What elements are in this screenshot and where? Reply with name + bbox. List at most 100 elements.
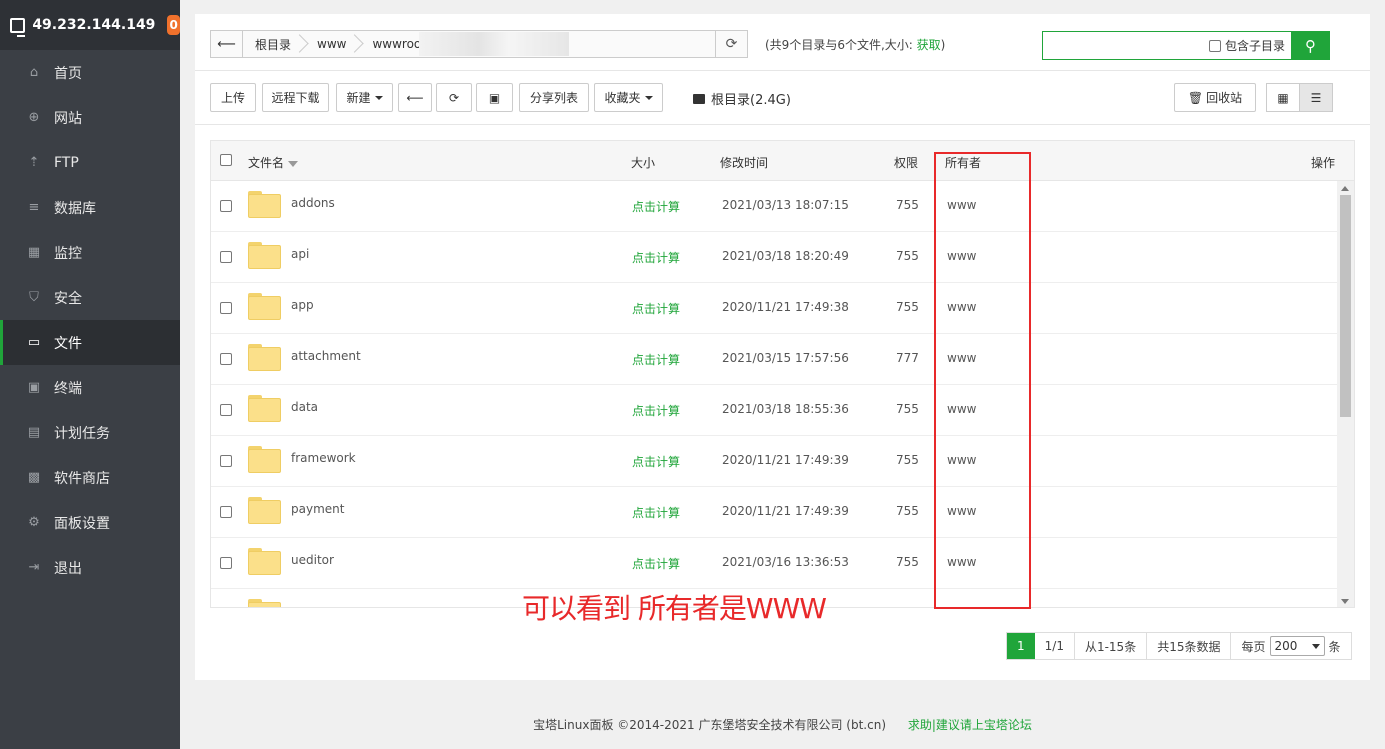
grid-icon: ▦: [1277, 90, 1289, 105]
monitor-chart-icon: ▦: [27, 245, 41, 260]
row-checkbox[interactable]: [220, 353, 232, 365]
refresh-button[interactable]: ⟳: [436, 83, 472, 112]
permission[interactable]: 755: [896, 504, 919, 518]
col-perm[interactable]: 权限: [894, 154, 918, 171]
file-name[interactable]: api: [291, 247, 309, 261]
get-size-link[interactable]: 获取: [917, 38, 941, 52]
sidebar-item-label: 终端: [54, 380, 82, 397]
sidebar-item-4[interactable]: ▦ 监控: [0, 230, 180, 275]
permission[interactable]: 755: [896, 453, 919, 467]
search-input[interactable]: 包含子目录: [1042, 31, 1292, 60]
row-checkbox[interactable]: [220, 455, 232, 467]
permission[interactable]: 755: [896, 198, 919, 212]
permission[interactable]: 777: [896, 351, 919, 365]
calc-size-link[interactable]: 点击计算: [632, 453, 680, 470]
table-row[interactable]: addons 点击计算 2021/03/13 18:07:15 755 www: [211, 181, 1339, 232]
file-name[interactable]: ueditor: [291, 553, 334, 567]
sidebar-menu: ⌂ 首页 ⊕ 网站 ⇡ FTP ≡ 数据库 ▦ 监控 ⛉ 安全 ▭ 文件 ▣ 终端 ▤ 计划任务 ▩ 软件商店 ⚙ 面板设…: [0, 50, 180, 590]
col-mtime[interactable]: 修改时间: [720, 154, 768, 171]
annotation-highlight-box: [934, 152, 1031, 609]
trash-icon: 🗑: [1187, 90, 1204, 105]
grid-view-button[interactable]: ▦: [1266, 83, 1300, 112]
scroll-up-icon[interactable]: [1341, 186, 1349, 191]
sidebar-item-10[interactable]: ⚙ 面板设置: [0, 500, 180, 545]
table-row[interactable]: api 点击计算 2021/03/18 18:20:49 755 www: [211, 232, 1339, 283]
sidebar-item-label: 安全: [54, 290, 82, 307]
permission[interactable]: 755: [896, 249, 919, 263]
disk-selector[interactable]: 根目录(2.4G): [693, 89, 791, 108]
sidebar-item-6[interactable]: ▭ 文件: [0, 320, 180, 365]
file-name[interactable]: framework: [291, 451, 356, 465]
footer: 宝塔Linux面板 ©2014-2021 广东堡塔安全技术有限公司 (bt.cn…: [180, 716, 1385, 733]
col-name[interactable]: 文件名: [248, 154, 299, 171]
calc-size-link[interactable]: 点击计算: [632, 198, 680, 215]
sidebar-item-9[interactable]: ▩ 软件商店: [0, 455, 180, 500]
file-name[interactable]: payment: [291, 502, 344, 516]
row-checkbox[interactable]: [220, 302, 232, 314]
sidebar-item-1[interactable]: ⊕ 网站: [0, 95, 180, 140]
file-name[interactable]: attachment: [291, 349, 361, 363]
table-row[interactable]: app 点击计算 2020/11/21 17:49:38 755 www: [211, 283, 1339, 334]
share-list-button[interactable]: 分享列表: [519, 83, 589, 112]
favorites-dropdown-button[interactable]: 收藏夹: [594, 83, 663, 112]
new-dropdown-button[interactable]: 新建: [336, 83, 393, 112]
folder-icon: [248, 344, 281, 371]
upload-button[interactable]: 上传: [210, 83, 256, 112]
calc-size-link[interactable]: 点击计算: [632, 402, 680, 419]
scroll-down-icon[interactable]: [1341, 599, 1349, 604]
sidebar-item-8[interactable]: ▤ 计划任务: [0, 410, 180, 455]
table-scrollbar[interactable]: [1337, 181, 1354, 607]
breadcrumb-root[interactable]: 根目录: [243, 31, 305, 57]
notification-badge[interactable]: 0: [167, 15, 180, 35]
gear-icon: ⚙: [28, 515, 40, 530]
search-button[interactable]: ⚲: [1291, 31, 1330, 60]
row-checkbox[interactable]: [220, 251, 232, 263]
back-arrow-icon[interactable]: ⟵: [211, 31, 243, 57]
row-checkbox[interactable]: [220, 404, 232, 416]
sidebar-item-7[interactable]: ▣ 终端: [0, 365, 180, 410]
per-page-select[interactable]: 200: [1269, 636, 1325, 656]
list-view-button[interactable]: ☰: [1299, 83, 1333, 112]
breadcrumb-www[interactable]: www: [305, 31, 360, 57]
checkbox-icon[interactable]: [1208, 39, 1221, 52]
scroll-thumb[interactable]: [1340, 195, 1351, 417]
sidebar-item-label: 面板设置: [54, 515, 110, 532]
table-row[interactable]: data 点击计算 2021/03/18 18:55:36 755 www: [211, 385, 1339, 436]
calc-size-link[interactable]: 点击计算: [632, 504, 680, 521]
select-all-checkbox[interactable]: [220, 154, 232, 166]
calc-size-link[interactable]: 点击计算: [632, 300, 680, 317]
permission[interactable]: 755: [896, 555, 919, 569]
sidebar-item-3[interactable]: ≡ 数据库: [0, 185, 180, 230]
calc-size-link[interactable]: 点击计算: [632, 249, 680, 266]
calc-size-link[interactable]: 点击计算: [632, 351, 680, 368]
terminal-button[interactable]: ▣: [476, 83, 513, 112]
recycle-bin-button[interactable]: 🗑 回收站: [1174, 83, 1256, 112]
table-row[interactable]: payment 点击计算 2020/11/21 17:49:39 755 www: [211, 487, 1339, 538]
col-size[interactable]: 大小: [631, 154, 655, 171]
row-checkbox[interactable]: [220, 557, 232, 569]
table-row[interactable]: framework 点击计算 2020/11/21 17:49:39 755 www: [211, 436, 1339, 487]
permission[interactable]: 755: [896, 300, 919, 314]
table-row[interactable]: ueditor 点击计算 2021/03/16 13:36:53 755 www: [211, 538, 1339, 589]
sidebar-item-0[interactable]: ⌂ 首页: [0, 50, 180, 95]
file-name[interactable]: app: [291, 298, 314, 312]
back-button[interactable]: ⟵: [398, 83, 432, 112]
folder-icon: [248, 497, 281, 524]
sidebar-item-2[interactable]: ⇡ FTP: [0, 140, 180, 185]
row-checkbox[interactable]: [220, 200, 232, 212]
refresh-path-icon[interactable]: ⟳: [715, 31, 747, 57]
row-checkbox[interactable]: [220, 506, 232, 518]
page-current[interactable]: 1: [1007, 633, 1035, 659]
calc-size-link[interactable]: 点击计算: [632, 555, 680, 572]
footer-help-link[interactable]: 求助|建议请上宝塔论坛: [908, 718, 1032, 732]
remote-download-button[interactable]: 远程下载: [262, 83, 329, 112]
sidebar-item-5[interactable]: ⛉ 安全: [0, 275, 180, 320]
table-row[interactable]: attachment 点击计算 2021/03/15 17:57:56 777 www: [211, 334, 1339, 385]
file-name[interactable]: data: [291, 400, 318, 414]
file-name[interactable]: addons: [291, 196, 335, 210]
include-subdir-checkbox[interactable]: 包含子目录: [1208, 37, 1285, 54]
sidebar-item-11[interactable]: ⇥ 退出: [0, 545, 180, 590]
folder-icon: [248, 446, 281, 473]
permission[interactable]: 755: [896, 402, 919, 416]
modified-time: 2021/03/18 18:55:36: [722, 402, 849, 416]
